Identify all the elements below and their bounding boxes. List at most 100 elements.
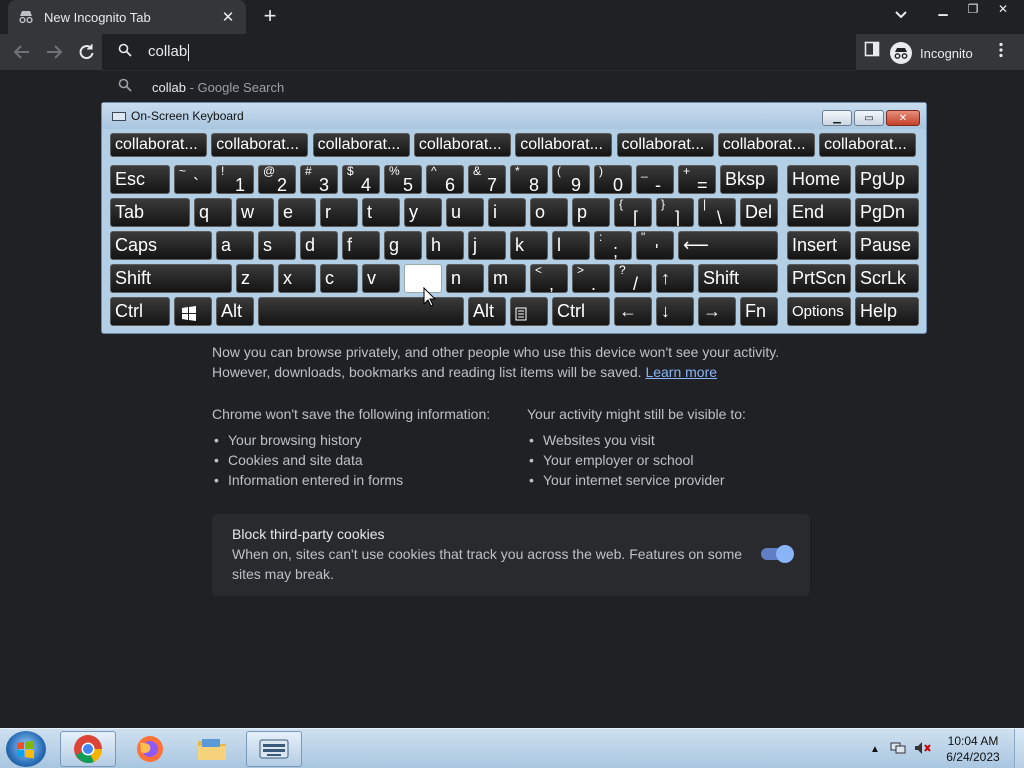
- key-enter[interactable]: ⟵: [678, 231, 778, 260]
- key-eq[interactable]: + =: [678, 165, 716, 194]
- side-panel-icon[interactable]: [864, 41, 880, 62]
- key-bs[interactable]: | \: [698, 198, 736, 227]
- key-m[interactable]: m: [488, 264, 526, 293]
- minimize-icon[interactable]: ▁: [928, 0, 958, 18]
- key-k[interactable]: k: [510, 231, 548, 260]
- omnibox-suggestion[interactable]: collab - Google Search: [102, 70, 856, 104]
- key-windows[interactable]: [174, 297, 212, 326]
- key-left[interactable]: ←: [614, 297, 652, 326]
- key-q[interactable]: q: [194, 198, 232, 227]
- close-window-icon[interactable]: ✕: [988, 0, 1018, 18]
- key-tab[interactable]: Tab: [110, 198, 190, 227]
- show-desktop-button[interactable]: [1014, 729, 1024, 768]
- key-n7[interactable]: & 7: [468, 165, 506, 194]
- new-tab-button[interactable]: +: [258, 5, 282, 29]
- key-n9[interactable]: (9: [552, 165, 590, 194]
- prediction-4[interactable]: collaborat...: [515, 133, 613, 157]
- key-f[interactable]: f: [342, 231, 380, 260]
- osk-minimize-button[interactable]: ▁: [822, 110, 852, 126]
- prediction-1[interactable]: collaborat...: [211, 133, 309, 157]
- key-n5[interactable]: % 5: [384, 165, 422, 194]
- prediction-2[interactable]: collaborat...: [312, 133, 410, 157]
- key-j[interactable]: j: [468, 231, 506, 260]
- key-n4[interactable]: $4: [342, 165, 380, 194]
- key-help[interactable]: Help: [855, 297, 919, 326]
- key-slash[interactable]: ? /: [614, 264, 652, 293]
- key-scrlk[interactable]: ScrLk: [855, 264, 919, 293]
- volume-muted-icon[interactable]: [914, 741, 932, 758]
- key-context-menu[interactable]: [510, 297, 548, 326]
- prediction-0[interactable]: collaborat...: [110, 133, 207, 157]
- key-y[interactable]: y: [404, 198, 442, 227]
- prediction-3[interactable]: collaborat...: [413, 133, 511, 157]
- key-x[interactable]: x: [278, 264, 316, 293]
- key-n3[interactable]: #3: [300, 165, 338, 194]
- taskbar-firefox[interactable]: [122, 731, 178, 767]
- key-prtscn[interactable]: PrtScn: [787, 264, 851, 293]
- key-s[interactable]: s: [258, 231, 296, 260]
- key-quote[interactable]: " ': [636, 231, 674, 260]
- key-p[interactable]: p: [572, 198, 610, 227]
- key-d[interactable]: d: [300, 231, 338, 260]
- key-minus[interactable]: _ -: [636, 165, 674, 194]
- key-i[interactable]: i: [488, 198, 526, 227]
- taskbar-explorer[interactable]: [184, 731, 240, 767]
- key-rbr[interactable]: }]: [656, 198, 694, 227]
- taskbar-chrome[interactable]: [60, 731, 116, 767]
- learn-more-link[interactable]: Learn more: [645, 364, 717, 380]
- tab-new-incognito[interactable]: New Incognito Tab ✕: [8, 0, 246, 34]
- key-t[interactable]: t: [362, 198, 400, 227]
- key-c[interactable]: c: [320, 264, 358, 293]
- key-ctrl[interactable]: Ctrl: [110, 297, 170, 326]
- key-bksp[interactable]: Bksp: [720, 165, 778, 194]
- omnibox-input[interactable]: collab: [148, 43, 190, 61]
- key-v[interactable]: v: [362, 264, 400, 293]
- key-up[interactable]: ↑: [656, 264, 694, 293]
- key-del[interactable]: Del: [740, 198, 778, 227]
- omnibox[interactable]: collab: [102, 34, 856, 70]
- key-a[interactable]: a: [216, 231, 254, 260]
- osk-close-button[interactable]: ✕: [886, 110, 920, 126]
- key-n[interactable]: n: [446, 264, 484, 293]
- key-alt-right[interactable]: Alt: [468, 297, 506, 326]
- prediction-7[interactable]: collaborat...: [819, 133, 917, 157]
- restore-icon[interactable]: ❐: [958, 0, 988, 18]
- forward-icon[interactable]: [42, 41, 66, 63]
- key-period[interactable]: >.: [572, 264, 610, 293]
- osk-restore-button[interactable]: ▭: [854, 110, 884, 126]
- key-e[interactable]: e: [278, 198, 316, 227]
- incognito-profile-button[interactable]: Incognito: [890, 40, 973, 66]
- prediction-6[interactable]: collaborat...: [717, 133, 815, 157]
- key-insert[interactable]: Insert: [787, 231, 851, 260]
- key-n6[interactable]: ^ 6: [426, 165, 464, 194]
- key-n8[interactable]: * 8: [510, 165, 548, 194]
- taskbar-osk[interactable]: [246, 731, 302, 767]
- key-n0[interactable]: ) 0: [594, 165, 632, 194]
- key-n1[interactable]: ! 1: [216, 165, 254, 194]
- osk-titlebar[interactable]: On-Screen Keyboard ▁ ▭ ✕: [102, 103, 926, 129]
- key-alt[interactable]: Alt: [216, 297, 254, 326]
- reload-icon[interactable]: [74, 41, 98, 63]
- key-end[interactable]: End: [787, 198, 851, 227]
- key-r[interactable]: r: [320, 198, 358, 227]
- tab-search-chevron-icon[interactable]: [894, 8, 916, 28]
- key-n2[interactable]: @2: [258, 165, 296, 194]
- key-shift[interactable]: Shift: [110, 264, 232, 293]
- key-tilde[interactable]: ~ `: [174, 165, 212, 194]
- block-cookies-toggle[interactable]: [761, 545, 794, 563]
- prediction-5[interactable]: collaborat...: [616, 133, 714, 157]
- menu-icon[interactable]: [998, 42, 1004, 63]
- key-down[interactable]: ↓: [656, 297, 694, 326]
- key-ctrl-right[interactable]: Ctrl: [552, 297, 610, 326]
- key-caps[interactable]: Caps: [110, 231, 212, 260]
- key-semi[interactable]: :;: [594, 231, 632, 260]
- key-u[interactable]: u: [446, 198, 484, 227]
- key-pgdn[interactable]: PgDn: [855, 198, 919, 227]
- start-button[interactable]: [6, 731, 46, 767]
- key-shift-right[interactable]: Shift: [698, 264, 778, 293]
- show-hidden-icons-icon[interactable]: ▲: [870, 744, 880, 755]
- key-pause[interactable]: Pause: [855, 231, 919, 260]
- close-tab-icon[interactable]: ✕: [220, 8, 236, 26]
- key-options[interactable]: Options: [787, 297, 851, 326]
- key-h[interactable]: h: [426, 231, 464, 260]
